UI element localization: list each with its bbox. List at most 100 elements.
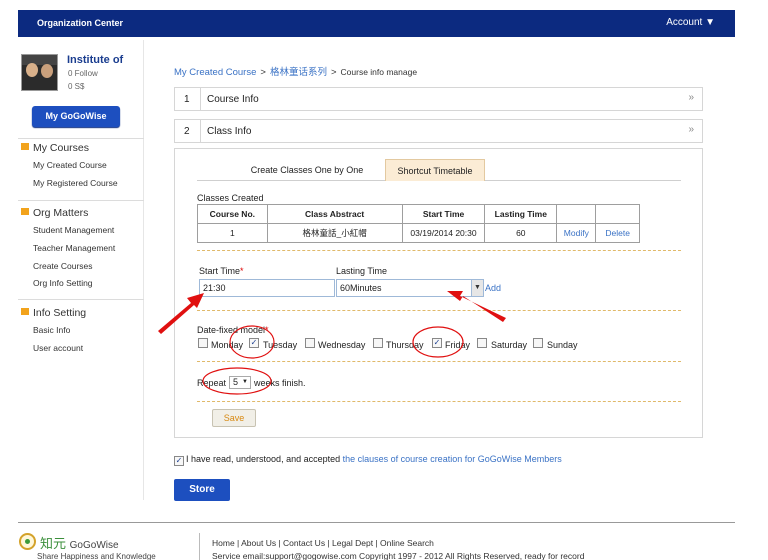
step-number: 1 xyxy=(184,94,190,105)
cell-course-no: 1 xyxy=(197,223,268,243)
column-header xyxy=(595,204,640,224)
repeat-suffix: weeks finish. xyxy=(254,378,306,388)
my-gogowise-button[interactable]: My GoGoWise xyxy=(32,106,120,127)
divider xyxy=(18,200,144,201)
day-label-friday: Friday xyxy=(445,340,471,350)
accordion-label: Class Info xyxy=(207,126,252,137)
agreement-row: ✓ I have read, understood, and accepted t… xyxy=(174,454,562,466)
breadcrumb-my-created-course[interactable]: My Created Course xyxy=(174,67,256,78)
checkbox-friday[interactable]: ✓ xyxy=(432,338,442,348)
date-fixed-model-label: Date-fixed model* xyxy=(197,325,269,335)
follow-count: 0 Follow xyxy=(68,69,98,78)
day-label-tuesday: Tuesday xyxy=(263,340,298,350)
double-chevron-down-icon[interactable]: » xyxy=(688,92,694,103)
day-label-wednesday: Wednesday xyxy=(318,340,366,350)
section-info-setting: Info Setting xyxy=(21,307,86,319)
cell-lasting-time: 60 xyxy=(484,223,558,243)
account-menu[interactable]: Account ▼ xyxy=(666,17,715,28)
footer-separator xyxy=(199,533,200,560)
sidebar-item-basic-info[interactable]: Basic Info xyxy=(33,325,70,335)
section-my-courses: My Courses xyxy=(21,142,89,154)
breadcrumb-separator: > xyxy=(330,67,337,78)
section-marker-icon xyxy=(21,208,29,215)
column-header: Lasting Time xyxy=(484,204,558,224)
footer-links[interactable]: Home | About Us | Contact Us | Legal Dep… xyxy=(212,538,434,548)
section-org-matters: Org Matters xyxy=(21,207,88,219)
modify-link[interactable]: Modify xyxy=(556,223,597,243)
classes-created-label: Classes Created xyxy=(197,193,264,203)
column-header xyxy=(556,204,597,224)
breadcrumb-separator: > xyxy=(260,67,266,78)
sidebar-item-my-created-course[interactable]: My Created Course xyxy=(33,160,107,170)
checkbox-thursday[interactable] xyxy=(373,338,383,348)
table-header-row: Course No. Class Abstract Start Time Las… xyxy=(197,204,640,224)
checkbox-saturday[interactable] xyxy=(477,338,487,348)
gogowise-logo-icon xyxy=(19,533,36,550)
day-label-saturday: Saturday xyxy=(491,340,528,350)
breadcrumb-current: Course info manage xyxy=(340,67,418,77)
save-button[interactable]: Save xyxy=(212,409,256,427)
checkbox-monday[interactable] xyxy=(198,338,208,348)
tab-shortcut-timetable[interactable]: Shortcut Timetable xyxy=(385,159,485,181)
footer-divider xyxy=(18,522,735,523)
double-chevron-down-icon[interactable]: » xyxy=(688,124,694,135)
column-header: Class Abstract xyxy=(266,204,403,224)
divider xyxy=(18,138,144,139)
sidebar-item-create-courses[interactable]: Create Courses xyxy=(33,261,93,271)
section-marker-icon xyxy=(21,308,29,315)
lasting-time-select[interactable]: 60Minutes ▼ xyxy=(336,279,484,297)
agreement-checkbox[interactable]: ✓ xyxy=(174,456,184,466)
org-center-title: Organization Center xyxy=(37,18,124,28)
ss-balance: 0 S$ xyxy=(68,82,85,91)
accordion-course-info[interactable]: 1 Course Info » xyxy=(174,87,703,111)
checkbox-wednesday[interactable] xyxy=(305,338,315,348)
column-header: Course No. xyxy=(197,204,268,224)
step-number: 2 xyxy=(184,126,190,137)
footer-copyright: Service email:support@gogowise.com Copyr… xyxy=(212,551,585,560)
day-label-monday: Monday xyxy=(211,340,244,350)
repeat-weeks-select[interactable]: 5 ▼ xyxy=(229,376,251,389)
section-marker-icon xyxy=(21,143,29,150)
sidebar-item-my-registered-course[interactable]: My Registered Course xyxy=(33,178,118,188)
repeat-prefix: Repeat xyxy=(197,378,227,388)
tab-bar: Create Classes One by One Shortcut Timet… xyxy=(197,159,681,181)
dashed-divider xyxy=(197,401,681,402)
sidebar-item-student-management[interactable]: Student Management xyxy=(33,225,114,235)
sidebar-item-user-account[interactable]: User account xyxy=(33,343,83,353)
cell-start-time: 03/19/2014 20:30 xyxy=(401,223,486,243)
top-navigation-bar: Organization Center Account ▼ xyxy=(18,10,735,37)
dashed-divider xyxy=(197,250,681,251)
dashed-divider xyxy=(197,361,681,362)
accordion-class-info[interactable]: 2 Class Info » xyxy=(174,119,703,143)
avatar[interactable] xyxy=(21,54,58,91)
breadcrumb-course-series[interactable]: 格林童话系列 xyxy=(270,67,327,78)
classes-table: Course No. Class Abstract Start Time Las… xyxy=(197,204,640,243)
sidebar-item-org-info-setting[interactable]: Org Info Setting xyxy=(33,278,93,288)
divider xyxy=(18,299,144,300)
profile-name[interactable]: Institute of xyxy=(67,54,123,66)
dropdown-arrow-icon: ▼ xyxy=(242,379,248,385)
agreement-text: I have read, understood, and accepted xyxy=(186,454,341,464)
breadcrumb: My Created Course > 格林童话系列 > Course info man… xyxy=(174,64,417,78)
footer-logo: 知元 GoGoWise xyxy=(40,536,119,551)
dashed-divider xyxy=(197,310,681,311)
sidebar-item-teacher-management[interactable]: Teacher Management xyxy=(33,243,115,253)
start-time-input[interactable]: 21:30 xyxy=(199,279,335,297)
checkbox-sunday[interactable] xyxy=(533,338,543,348)
clauses-link[interactable]: the clauses of course creation for GoGoW… xyxy=(343,454,562,464)
store-button[interactable]: Store xyxy=(174,479,230,501)
accordion-label: Course Info xyxy=(207,94,259,105)
class-info-panel: Create Classes One by One Shortcut Timet… xyxy=(174,148,703,438)
checkbox-tuesday[interactable]: ✓ xyxy=(249,338,259,348)
tab-create-one-by-one[interactable]: Create Classes One by One xyxy=(237,159,377,181)
add-link[interactable]: Add xyxy=(485,283,501,293)
sidebar: Institute of 0 Follow 0 S$ My GoGoWise M… xyxy=(18,40,144,500)
day-label-sunday: Sunday xyxy=(547,340,578,350)
lasting-time-label: Lasting Time xyxy=(336,266,388,276)
table-row: 1 格林童話_小紅帽 03/19/2014 20:30 60 Modify De… xyxy=(197,223,640,243)
start-time-label: Start Time* xyxy=(199,266,244,276)
dropdown-arrow-icon[interactable]: ▼ xyxy=(471,280,483,296)
day-label-thursday: Thursday xyxy=(386,340,424,350)
delete-link[interactable]: Delete xyxy=(595,223,640,243)
footer-slogan: Share Happiness and Knowledge xyxy=(37,552,156,560)
